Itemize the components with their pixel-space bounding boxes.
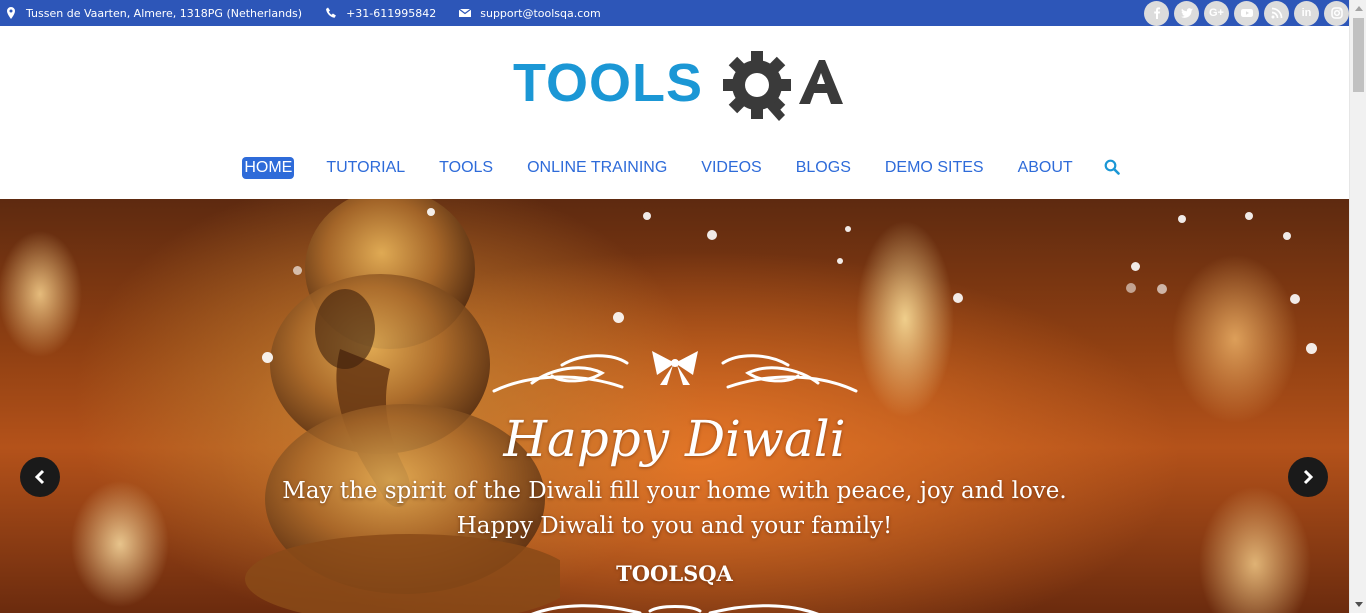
top-contact-bar: Tussen de Vaarten, Almere, 1318PG (Nethe… xyxy=(0,0,1349,26)
phone-item[interactable]: +31-611995842 xyxy=(324,0,436,26)
hero-message-line-1: May the spirit of the Diwali fill your h… xyxy=(282,478,1067,504)
hero-message-line-2: Happy Diwali to you and your family! xyxy=(456,513,893,539)
chevron-left-icon xyxy=(34,469,45,485)
phone-icon xyxy=(324,6,338,20)
nav-item-tools[interactable]: TOOLS xyxy=(437,156,495,180)
youtube-icon[interactable] xyxy=(1234,0,1259,26)
rss-icon[interactable] xyxy=(1264,0,1289,26)
ornament-bottom-decoration xyxy=(531,604,819,613)
twitter-icon[interactable] xyxy=(1174,0,1199,26)
hero-title: Happy Diwali xyxy=(503,410,846,468)
email-text: support@toolsqa.com xyxy=(480,6,601,20)
chevron-right-icon xyxy=(1303,469,1314,485)
nav-item-tutorial[interactable]: TUTORIAL xyxy=(324,156,407,180)
map-marker-icon xyxy=(4,6,18,20)
address-item: Tussen de Vaarten, Almere, 1318PG (Nethe… xyxy=(4,0,302,26)
nav-item-about[interactable]: ABOUT xyxy=(1016,156,1075,180)
hero-brand-signature: TOOLSQA xyxy=(616,561,733,586)
address-text: Tussen de Vaarten, Almere, 1318PG (Nethe… xyxy=(26,6,303,20)
social-links: G+ in xyxy=(1139,0,1349,26)
hero-carousel: Happy Diwali May the spirit of the Diwal… xyxy=(0,199,1349,613)
page-scrollbar[interactable] xyxy=(1349,0,1366,613)
logo-gear-qa xyxy=(723,51,843,121)
nav-item-home[interactable]: HOME xyxy=(242,157,295,179)
carousel-next-button[interactable] xyxy=(1288,457,1328,497)
logo-tools-text: TOOLS xyxy=(513,53,704,113)
search-icon[interactable] xyxy=(1104,159,1122,177)
phone-text: +31-611995842 xyxy=(346,6,437,20)
nav-item-demo-sites[interactable]: DEMO SITES xyxy=(883,156,986,180)
envelope-icon xyxy=(458,6,472,20)
linkedin-icon[interactable]: in xyxy=(1294,0,1319,26)
nav-item-videos[interactable]: VIDEOS xyxy=(699,156,763,180)
email-item[interactable]: support@toolsqa.com xyxy=(458,0,601,26)
ganesha-idol-image xyxy=(245,199,560,613)
google-plus-icon[interactable]: G+ xyxy=(1204,0,1229,26)
nav-item-blogs[interactable]: BLOGS xyxy=(794,156,853,180)
toolsqa-logo[interactable]: TOOLS xyxy=(513,48,843,128)
ornament-top-decoration xyxy=(492,351,858,393)
scroll-down-arrow-icon[interactable] xyxy=(1350,596,1366,613)
scroll-up-arrow-icon[interactable] xyxy=(1350,0,1366,17)
nav-item-online-training[interactable]: ONLINE TRAINING xyxy=(525,156,669,180)
facebook-icon[interactable] xyxy=(1144,0,1169,26)
carousel-prev-button[interactable] xyxy=(20,457,60,497)
scroll-thumb[interactable] xyxy=(1353,18,1364,92)
instagram-icon[interactable] xyxy=(1324,0,1349,26)
main-nav: HOME TUTORIAL TOOLS ONLINE TRAINING VIDE… xyxy=(0,155,1349,181)
page: Tussen de Vaarten, Almere, 1318PG (Nethe… xyxy=(0,0,1366,613)
